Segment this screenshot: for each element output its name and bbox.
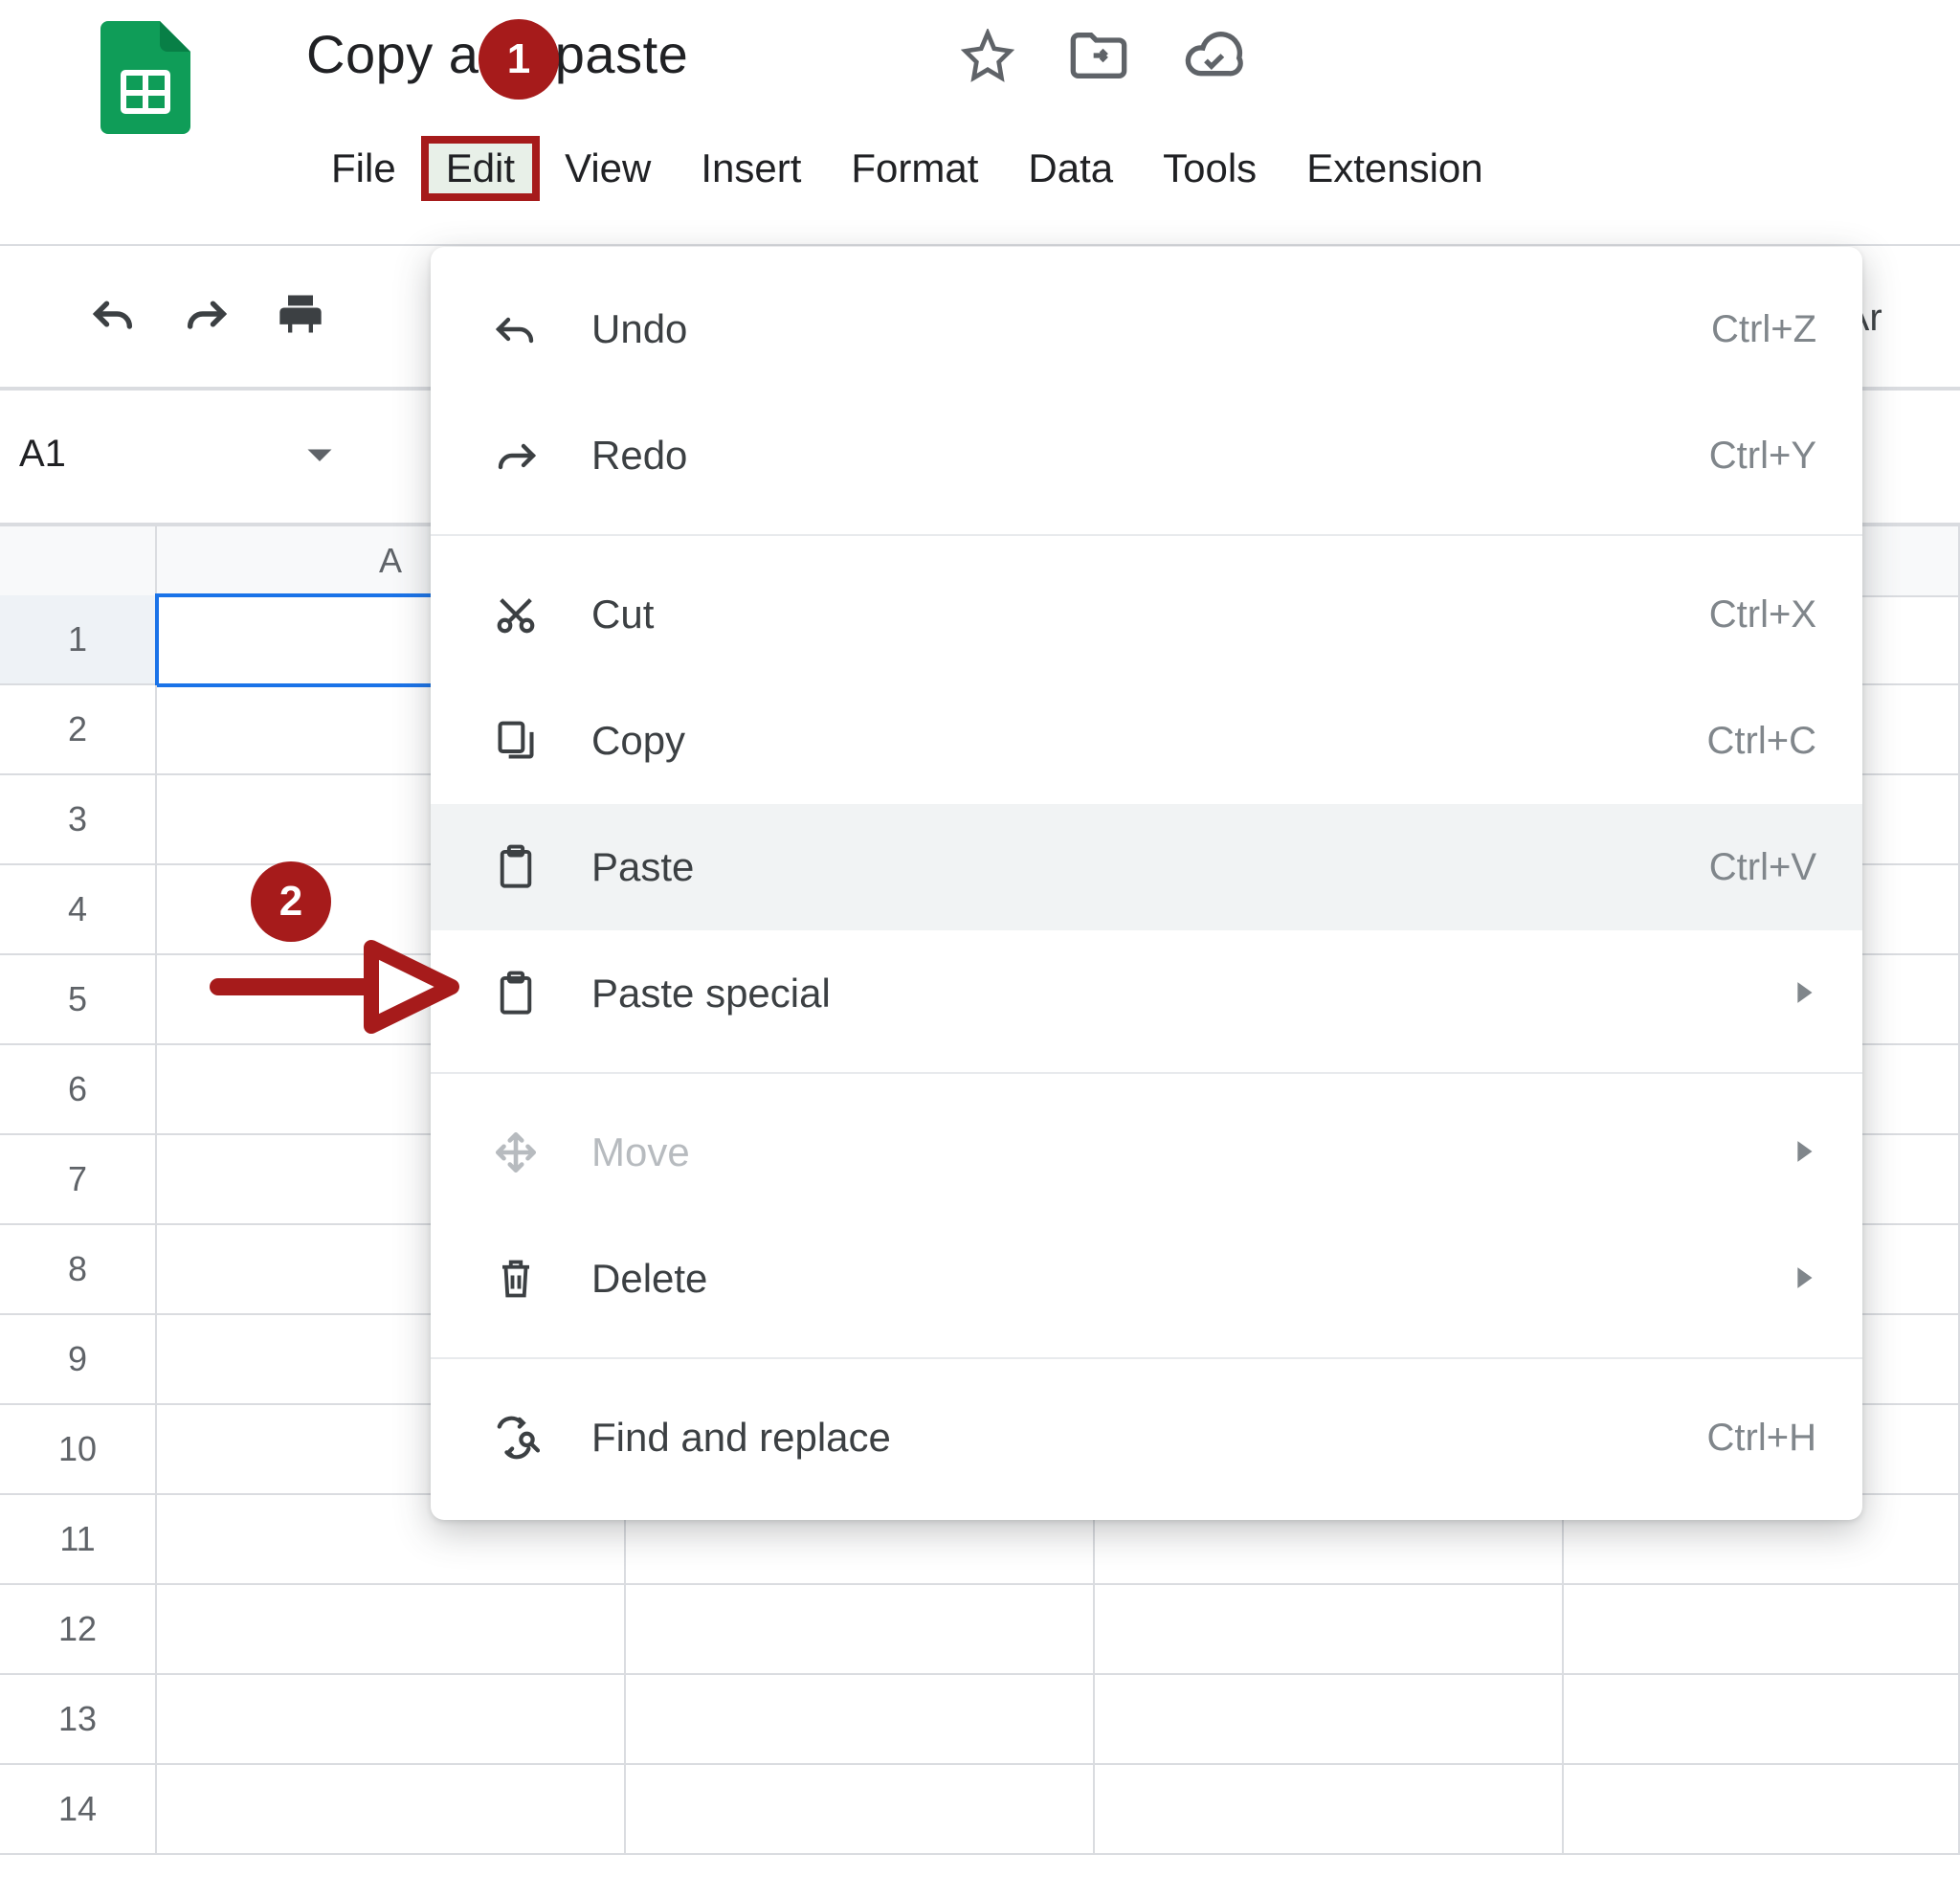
row-header[interactable]: 7 [0, 1135, 157, 1225]
cell[interactable] [626, 1675, 1095, 1765]
row-header[interactable]: 9 [0, 1315, 157, 1405]
menu-item-shortcut: Ctrl+V [1709, 846, 1816, 889]
redo-icon [488, 436, 544, 475]
menu-item-find-replace[interactable]: Find and replace Ctrl+H [431, 1374, 1862, 1501]
annotation-badge-2: 2 [251, 861, 331, 942]
menu-item-shortcut: Ctrl+H [1707, 1417, 1816, 1460]
row-header[interactable]: 14 [0, 1765, 157, 1855]
row-header[interactable]: 4 [0, 865, 157, 955]
name-box-caret-icon[interactable] [305, 433, 334, 476]
menu-bar: File Edit View Insert Format Data Tools … [306, 136, 1508, 201]
copy-icon [488, 718, 544, 764]
menu-item-label: Copy [591, 718, 1707, 764]
row-header[interactable]: 5 [0, 955, 157, 1045]
menu-item-label: Paste special [591, 971, 1795, 1017]
row-header[interactable]: 2 [0, 685, 157, 775]
submenu-arrow-icon [1795, 1132, 1816, 1173]
menu-item-label: Redo [591, 433, 1709, 479]
menu-format[interactable]: Format [826, 140, 1003, 197]
submenu-arrow-icon [1795, 1259, 1816, 1300]
paste-special-icon [488, 970, 544, 1017]
undo-icon[interactable] [88, 289, 138, 339]
select-all-corner[interactable] [0, 526, 157, 595]
menu-item-move: Move [431, 1089, 1862, 1216]
name-box[interactable]: A1 [19, 433, 66, 476]
cell[interactable] [1564, 1765, 1960, 1855]
cell[interactable] [1095, 1765, 1564, 1855]
menu-item-shortcut: Ctrl+Z [1711, 308, 1816, 351]
toolbar [88, 289, 325, 339]
sheets-logo[interactable] [100, 21, 190, 134]
menu-tools[interactable]: Tools [1138, 140, 1281, 197]
cell[interactable] [626, 1765, 1095, 1855]
row-header[interactable]: 13 [0, 1675, 157, 1765]
cell[interactable] [157, 1765, 626, 1855]
star-icon[interactable] [961, 29, 1014, 82]
cut-icon [488, 592, 544, 637]
cell[interactable] [626, 1585, 1095, 1675]
annotation-arrow-icon [209, 934, 461, 1049]
row-header[interactable]: 12 [0, 1585, 157, 1675]
row-header[interactable]: 3 [0, 775, 157, 865]
undo-icon [488, 310, 544, 348]
cell[interactable] [157, 1585, 626, 1675]
menu-file[interactable]: File [306, 140, 421, 197]
menu-item-label: Paste [591, 844, 1709, 890]
menu-separator [431, 534, 1862, 536]
menu-separator [431, 1072, 1862, 1074]
move-icon [488, 1128, 544, 1176]
row-header[interactable]: 1 [0, 595, 157, 685]
menu-item-shortcut: Ctrl+Y [1709, 435, 1816, 478]
menu-item-redo[interactable]: Redo Ctrl+Y [431, 392, 1862, 519]
cell[interactable] [1564, 1585, 1960, 1675]
find-replace-icon [488, 1416, 544, 1460]
menu-separator [431, 1357, 1862, 1359]
menu-item-paste[interactable]: Paste Ctrl+V [431, 804, 1862, 930]
menu-item-paste-special[interactable]: Paste special [431, 930, 1862, 1057]
menu-item-label: Undo [591, 306, 1711, 352]
menu-item-cut[interactable]: Cut Ctrl+X [431, 551, 1862, 678]
cell[interactable] [157, 1675, 626, 1765]
menu-item-label: Move [591, 1129, 1795, 1175]
divider [0, 244, 1960, 246]
menu-data[interactable]: Data [1003, 140, 1138, 197]
annotation-badge-1: 1 [479, 19, 559, 100]
move-to-folder-icon[interactable] [1068, 29, 1129, 82]
menu-item-label: Cut [591, 592, 1709, 637]
row-header[interactable]: 8 [0, 1225, 157, 1315]
row-header[interactable]: 6 [0, 1045, 157, 1135]
menu-item-label: Find and replace [591, 1415, 1707, 1461]
menu-item-delete[interactable]: Delete [431, 1216, 1862, 1342]
menu-insert[interactable]: Insert [676, 140, 826, 197]
menu-item-undo[interactable]: Undo Ctrl+Z [431, 266, 1862, 392]
cell[interactable] [1095, 1675, 1564, 1765]
row-header[interactable]: 11 [0, 1495, 157, 1585]
cell[interactable] [1095, 1585, 1564, 1675]
redo-icon[interactable] [182, 289, 232, 339]
edit-menu-dropdown: Undo Ctrl+Z Redo Ctrl+Y Cut Ctrl+X Copy … [431, 247, 1862, 1520]
menu-item-shortcut: Ctrl+C [1707, 720, 1816, 763]
delete-icon [488, 1255, 544, 1303]
row-header[interactable]: 10 [0, 1405, 157, 1495]
menu-edit[interactable]: Edit [421, 136, 540, 201]
menu-item-copy[interactable]: Copy Ctrl+C [431, 678, 1862, 804]
menu-item-label: Delete [591, 1256, 1795, 1302]
submenu-arrow-icon [1795, 973, 1816, 1015]
paste-icon [488, 843, 544, 891]
cloud-status-icon[interactable] [1183, 29, 1244, 82]
cell[interactable] [1564, 1675, 1960, 1765]
menu-view[interactable]: View [540, 140, 676, 197]
menu-item-shortcut: Ctrl+X [1709, 593, 1816, 637]
menu-extensions[interactable]: Extension [1281, 140, 1507, 197]
print-icon[interactable] [276, 289, 325, 339]
